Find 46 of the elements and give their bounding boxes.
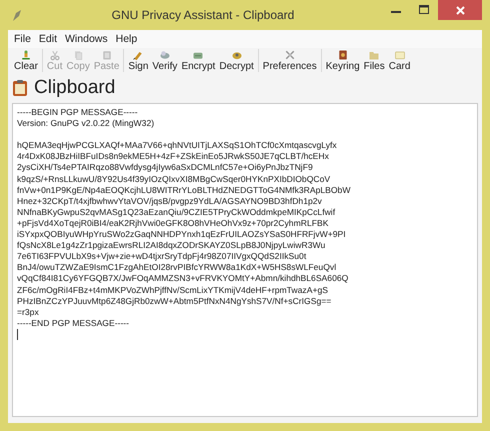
toolbar-button[interactable]: Keyring [324, 49, 361, 72]
text-line: Hnez+32CKpT/t4xjfbwhwvYtaVOV/jqsB/pvgpz9YdLA/AGSAYNO9BD3hfDh1p2v [17, 196, 323, 207]
menu-item[interactable]: File [14, 33, 31, 45]
text-line: 7e6TI63FPVULbX9s+Vjw+zie+wD4tjxrSryTdpFj4r98Z07IIVgxQQdS2IIkSu0t [17, 251, 308, 262]
toolbar-button[interactable]: Files [362, 49, 386, 72]
text-line: vQqCf84I81Cy6YFGQB7X/JwFOqAMMZSN3+vFRVKYOMtY+Abmn/kihdhBL6SA606Q [17, 273, 350, 284]
app-icon [10, 8, 24, 22]
text-line: BnJ4/owuTZWZaE9IsmC1FzgAhEtOI28rvPIBfcYRWW8a1KdX+W5HS8sWLFeuQvl [17, 262, 338, 274]
text-line: 4r4DxK08JBzHiIBFuIDs8n9ekME5H+4zF+ZSkEinEo5JRwkS50JE7qCLBT/hcEHx [17, 151, 330, 162]
toolbar-button[interactable]: Card [388, 49, 412, 72]
window-title: GNU Privacy Assistant - Clipboard [110, 8, 296, 22]
text-line: fQsNcX8Le1g4zZr1pgizaEwrsRLI2AI8dqxZODrSKAYZ0SLpB8J0NjpyLwiwR3Wu [17, 240, 326, 252]
text-line: iSYxpxQOBIyuWHpYruSWo2zGaqNNHDPYnxh1qEzFrUILAOZsYSaS0HFRFjvW+9PI [17, 229, 347, 240]
toolbar-button[interactable]: Encrypt [180, 49, 216, 72]
clear-icon [20, 49, 32, 61]
text-line: 2ysCiXH/Ts4ePTAIRqzo88Vwfdysg4jIyw6aSxDCMLnfC57e+Oi6yPnJbzTNjF9 [17, 162, 314, 174]
text-line: fnVw+0n1P9KgE/Np4aEOQKcjhLU8WITRrYLoBLTHdZNEDGTToG4NMfk3RApLBObW [17, 184, 352, 196]
paste-icon [100, 49, 113, 61]
text-line: -----BEGIN PGP MESSAGE----- [17, 107, 139, 118]
maximize-icon [419, 5, 429, 15]
toolbar-button[interactable]: Verify [151, 49, 178, 72]
text-line: NNfnaBKyGwpuS2qvMASg1Q23aEzanQiu/9CZIE5TPryCkWOddmkpeMIKpCcLfwif [17, 206, 336, 218]
cut-icon [48, 49, 61, 61]
text-line: hQEMA3eqHjwPCGLXAQf+MAa7V66+qhNVtUITjLAXSqS1OhTCf0cXmtqascvgLyfx [17, 140, 338, 152]
text-line: PHzIBnZCzYPJuuvMtp6Z48GjRb0zwW+Abtm5PtfNxN4NgYshS7V/Nf+sCrIGSg== [17, 296, 332, 307]
text-cursor [17, 328, 18, 340]
text-line: k9qzS/+RnsLLkuwU/8Y92Us4f39yIOzQIxvXI8MBgCwSqer0HYKnPXIbDIObQCoV [17, 174, 332, 185]
toolbar-button[interactable]: Decrypt [218, 49, 255, 72]
message-text-area[interactable] [12, 103, 478, 417]
menu-item[interactable]: Edit [38, 33, 58, 45]
text-line: =r3px [17, 306, 40, 318]
menu-item[interactable]: Help [116, 33, 138, 45]
close-icon [456, 6, 464, 14]
text-line: ZF6c/mOgRiI4FBz+t4mMKPVoZWhPjffNv/ScmLixYTKmijV4deHF+rpmTwazA+gS [17, 284, 329, 296]
toolbar-button[interactable]: Clear [13, 49, 39, 72]
clipboard-icon [12, 79, 28, 97]
card-icon [394, 49, 406, 61]
text-line: +pFjsVd4XoTqejR0iBI4/eaK2RjhVwi0eGFK8O8hVHeOhVx9z+70pr2CyhmRLFBK [17, 218, 330, 230]
close-button[interactable] [438, 0, 482, 20]
page-heading: Clipboard [34, 77, 116, 99]
copy-icon [72, 49, 84, 61]
toolbar-button[interactable]: Sign [127, 49, 150, 72]
text-line: Version: GnuPG v2.0.22 (MingW32) [17, 118, 156, 130]
text-line: -----END PGP MESSAGE----- [17, 318, 130, 329]
menu-item[interactable]: Windows [65, 33, 108, 45]
toolbar-button[interactable]: Preferences [262, 49, 318, 72]
